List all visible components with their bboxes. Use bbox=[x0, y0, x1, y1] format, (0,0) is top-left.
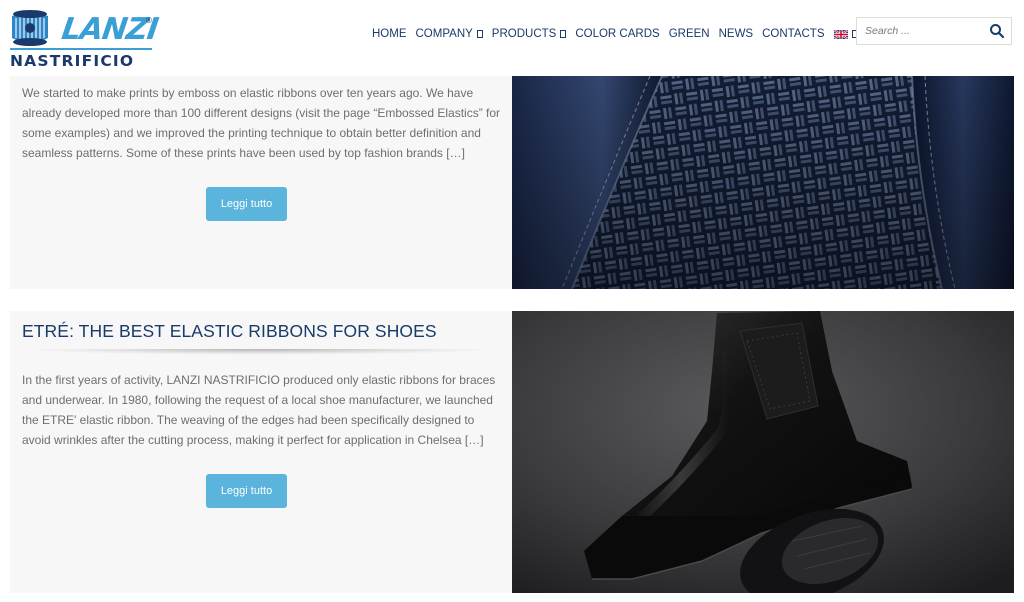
nav-item-contacts[interactable]: CONTACTS bbox=[762, 28, 824, 40]
site-header: LANZI ® NASTRIFICIO HOME COMPANY PRODUCT… bbox=[0, 0, 1024, 76]
article-excerpt: In the first years of activity, LANZI NA… bbox=[22, 373, 496, 447]
logo-wordmark: LANZI bbox=[59, 12, 160, 47]
registered-mark: ® bbox=[146, 16, 152, 25]
nav-item-company[interactable]: COMPANY bbox=[416, 28, 483, 40]
nav-item-home[interactable]: HOME bbox=[372, 28, 407, 40]
article-card-etre: ETRÉ: THE BEST ELASTIC RIBBONS FOR SHOES… bbox=[10, 311, 512, 593]
article-title[interactable]: ETRÉ: THE BEST ELASTIC RIBBONS FOR SHOES bbox=[22, 321, 502, 342]
uk-flag-icon bbox=[833, 29, 848, 39]
nav-item-label: PRODUCTS bbox=[491, 28, 557, 40]
dropdown-caret-icon bbox=[560, 30, 567, 38]
main-nav: HOME COMPANY PRODUCTS COLOR CARDS GREEN … bbox=[372, 24, 867, 44]
nav-item-label: NEWS bbox=[718, 28, 754, 40]
nav-item-news[interactable]: NEWS bbox=[719, 28, 754, 40]
nav-item-label: COLOR CARDS bbox=[575, 28, 660, 40]
nav-item-color-cards[interactable]: COLOR CARDS bbox=[575, 28, 659, 40]
chelsea-boot-image[interactable] bbox=[512, 311, 1014, 593]
nav-item-label: COMPANY bbox=[415, 28, 473, 40]
embossed-elastic-leather-image[interactable] bbox=[512, 76, 1014, 289]
nav-item-label: GREEN bbox=[668, 28, 710, 40]
logo-subtitle: NASTRIFICIO bbox=[10, 52, 135, 70]
nav-item-products[interactable]: PRODUCTS bbox=[492, 28, 567, 40]
search-icon[interactable] bbox=[989, 23, 1005, 39]
search-input[interactable] bbox=[865, 23, 983, 39]
article-excerpt: We started to make prints by emboss on e… bbox=[22, 86, 501, 160]
title-divider bbox=[20, 349, 500, 355]
dropdown-caret-icon bbox=[476, 30, 483, 38]
article-card-embossed: We started to make prints by emboss on e… bbox=[10, 76, 512, 289]
nav-item-green[interactable]: GREEN bbox=[669, 28, 710, 40]
language-switcher[interactable] bbox=[833, 29, 858, 39]
read-more-button[interactable]: Leggi tutto bbox=[206, 474, 287, 508]
nav-item-label: CONTACTS bbox=[762, 28, 825, 40]
nav-item-label: HOME bbox=[372, 28, 407, 40]
lanzi-logo[interactable]: LANZI ® NASTRIFICIO bbox=[8, 6, 160, 72]
search-box bbox=[856, 17, 1012, 45]
read-more-button[interactable]: Leggi tutto bbox=[206, 187, 287, 221]
